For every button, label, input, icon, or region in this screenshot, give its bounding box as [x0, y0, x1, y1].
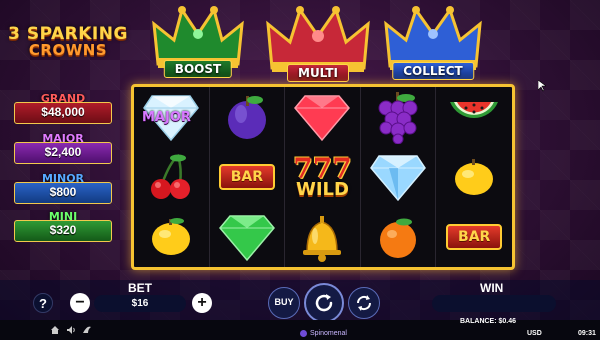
clock-text: 09:31	[578, 330, 596, 337]
reel-cell	[210, 87, 286, 147]
turbo-icon[interactable]	[82, 325, 92, 335]
major-symbol-label: MAJOR	[142, 110, 191, 125]
jackpot-mini-value: $320	[14, 220, 112, 242]
cherries-icon	[151, 153, 191, 199]
bet-value: $16	[94, 295, 186, 312]
bar-symbol: BAR	[446, 224, 503, 250]
autoplay-icon	[356, 295, 372, 311]
lemon-icon	[455, 159, 494, 195]
watermelon-icon	[450, 102, 499, 118]
reel-cell	[210, 207, 286, 267]
game-logo: 3 SPARKING CROWNS	[4, 26, 132, 58]
blue-diamond-icon	[370, 155, 427, 202]
help-button[interactable]: ?	[33, 293, 53, 313]
plum-icon	[227, 96, 266, 139]
multi-crown: MULTI	[266, 4, 370, 82]
mouse-cursor-icon	[538, 80, 546, 92]
sound-icon[interactable]	[66, 325, 76, 335]
logo-line-2: CROWNS	[28, 41, 108, 59]
boost-crown: BOOST	[152, 4, 244, 78]
win-value	[432, 295, 556, 312]
collect-label: COLLECT	[392, 62, 474, 80]
jackpot-mini: MINI $320	[14, 210, 112, 242]
collect-crown: COLLECT	[384, 4, 482, 80]
win-title: WIN	[480, 281, 504, 295]
reel-cell: BAR	[436, 207, 512, 267]
jackpot-grand-value: $48,000	[14, 102, 112, 124]
reel-grid: MAJOR BAR 777 WILD BAR	[131, 84, 515, 270]
bar-symbol: BAR	[218, 164, 275, 190]
jackpot-minor: MINOR $800	[14, 172, 112, 204]
spinomenal-logo-icon	[300, 330, 307, 337]
reel-cell	[361, 87, 437, 147]
orange-icon	[380, 218, 417, 258]
autoplay-button[interactable]	[348, 287, 380, 319]
wild-symbol: 777 WILD	[293, 152, 352, 200]
provider-name: Spinomenal	[310, 330, 347, 337]
red-gem-icon	[294, 95, 351, 142]
provider-brand: Spinomenal	[300, 330, 347, 337]
reel-cell: MAJOR	[134, 87, 210, 147]
green-gem-icon	[218, 215, 275, 262]
reel-cell	[285, 87, 361, 147]
reel-cell: 777 WILD	[285, 147, 361, 207]
spin-icon	[315, 294, 333, 312]
grapes-icon	[378, 92, 418, 144]
reel-cell	[361, 147, 437, 207]
buy-feature-button[interactable]: BUY	[268, 287, 300, 319]
balance-text: BALANCE: $0.46	[460, 318, 517, 325]
multi-label: MULTI	[287, 64, 349, 82]
jackpot-major-value: $2,400	[14, 142, 112, 164]
jackpot-grand: GRAND $48,000	[14, 92, 112, 124]
bet-title: BET	[128, 281, 152, 295]
decrease-bet-button[interactable]: −	[70, 293, 90, 313]
reel-cell	[134, 207, 210, 267]
reel-cell	[436, 87, 512, 147]
boost-label: BOOST	[163, 60, 233, 78]
reel-cell	[361, 207, 437, 267]
reel-cell	[436, 147, 512, 207]
jackpot-minor-value: $800	[14, 182, 112, 204]
lemon-icon	[152, 218, 191, 255]
spin-button[interactable]	[304, 283, 344, 323]
reel-cell	[134, 147, 210, 207]
reel-cell: BAR	[210, 147, 286, 207]
jackpot-major: MAJOR $2,400	[14, 132, 112, 164]
reel-cell	[285, 207, 361, 267]
currency-text: USD	[527, 330, 542, 337]
increase-bet-button[interactable]: +	[192, 293, 212, 313]
bell-icon	[303, 216, 342, 262]
home-icon[interactable]	[50, 325, 60, 335]
status-icons	[50, 325, 92, 335]
sevens-label: 777	[293, 152, 352, 186]
wild-label: WILD	[296, 178, 349, 200]
